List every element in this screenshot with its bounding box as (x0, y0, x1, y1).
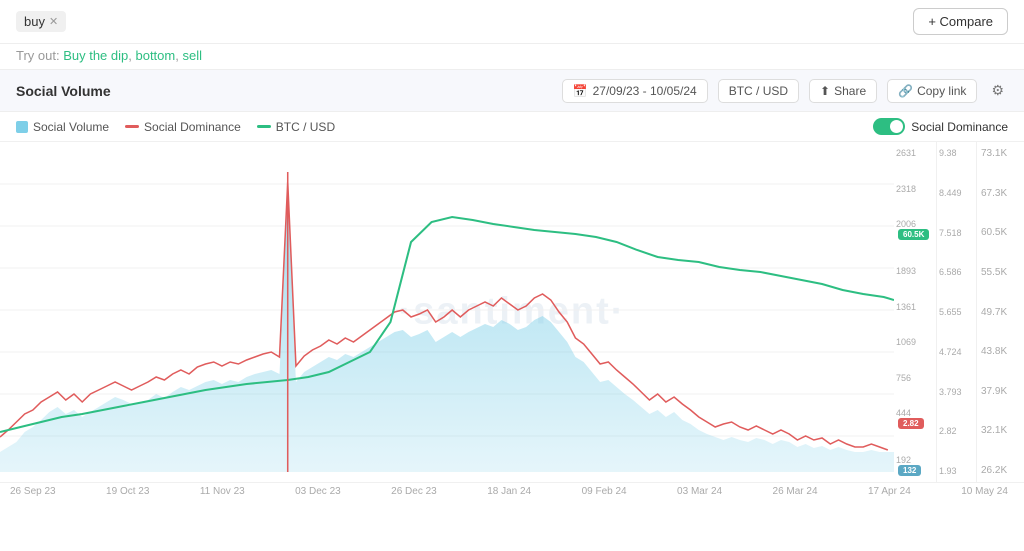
social-volume-label: Social Volume (33, 120, 109, 134)
x-axis: 26 Sep 23 19 Oct 23 11 Nov 23 03 Dec 23 … (0, 482, 1024, 500)
x-label-11: 10 May 24 (961, 486, 1008, 497)
y-mid-1: 9.38 (939, 148, 974, 158)
try-sell-link[interactable]: sell (182, 48, 202, 63)
header-controls: 📅 27/09/23 - 10/05/24 BTC / USD ⬆ Share … (562, 78, 1008, 103)
y-mid-3: 7.518 (939, 228, 974, 238)
toggle-label: Social Dominance (911, 120, 1008, 134)
toggle-knob (890, 120, 903, 133)
x-label-6: 18 Jan 24 (487, 486, 531, 497)
tag-row: buy ✕ (16, 11, 66, 32)
social-volume-color (16, 121, 28, 133)
legend-btc-usd: BTC / USD (257, 120, 335, 134)
y-mid-6: 4.724 (939, 347, 974, 357)
y-mid-5: 5.655 (939, 307, 974, 317)
y-val-9: 192 132 (896, 455, 934, 476)
social-dominance-label: Social Dominance (144, 120, 241, 134)
legend-social-dominance: Social Dominance (125, 120, 241, 134)
top-bar: buy ✕ + Compare (0, 0, 1024, 44)
pair-button[interactable]: BTC / USD (718, 79, 799, 103)
y-right-9: 26.2K (981, 465, 1020, 476)
copy-label: Copy link (917, 84, 966, 98)
try-out-prefix: Try out: (16, 48, 63, 63)
y-val-4: 1893 (896, 266, 934, 276)
y-val-5: 1361 (896, 302, 934, 312)
y-axis-mid-values: 9.38 8.449 7.518 6.586 5.655 4.724 3.793… (936, 142, 976, 482)
chart-title: Social Volume (16, 83, 111, 99)
y-axis-left-values: 2631 2318 2006 60.5K 1893 1361 1069 756 … (894, 142, 936, 482)
x-label-4: 03 Dec 23 (295, 486, 341, 497)
date-range-picker[interactable]: 📅 27/09/23 - 10/05/24 (562, 79, 708, 103)
y-val-7: 756 (896, 373, 934, 383)
y-val-3: 2006 60.5K (896, 219, 934, 240)
x-label-9: 26 Mar 24 (773, 486, 818, 497)
settings-button[interactable]: ⚙ (987, 78, 1008, 103)
share-icon: ⬆ (820, 84, 830, 98)
y-mid-7: 3.793 (939, 387, 974, 397)
y-right-5: 49.7K (981, 307, 1020, 318)
y-right-4: 55.5K (981, 267, 1020, 278)
x-label-8: 03 Mar 24 (677, 486, 722, 497)
try-buy-dip-link[interactable]: Buy the dip (63, 48, 128, 63)
chart-area: ·santiment· 2631 2318 2006 60.5K (0, 142, 1024, 482)
y-mid-2: 8.449 (939, 188, 974, 198)
share-label: Share (834, 84, 866, 98)
y-right-8: 32.1K (981, 425, 1020, 436)
x-label-5: 26 Dec 23 (391, 486, 437, 497)
y-mid-9: 1.93 (939, 466, 974, 476)
legend-social-volume: Social Volume (16, 120, 109, 134)
y-val-8: 444 2.82 (896, 408, 934, 429)
compare-button[interactable]: + Compare (913, 8, 1008, 35)
legend-items: Social Volume Social Dominance BTC / USD (16, 120, 335, 134)
y-val-2: 2318 (896, 184, 934, 194)
y-right-1: 73.1K (981, 148, 1020, 159)
share-button[interactable]: ⬆ Share (809, 79, 877, 103)
legend-row: Social Volume Social Dominance BTC / USD… (0, 112, 1024, 142)
y-right-6: 43.8K (981, 346, 1020, 357)
y-val-1: 2631 (896, 148, 934, 158)
social-dominance-color (125, 125, 139, 128)
y-mid-4: 6.586 (939, 267, 974, 277)
x-label-7: 09 Feb 24 (582, 486, 627, 497)
social-dom-badge: 2.82 (898, 418, 924, 429)
x-label-1: 26 Sep 23 (10, 486, 56, 497)
social-dominance-toggle-group[interactable]: Social Dominance (873, 118, 1008, 135)
x-label-3: 11 Nov 23 (200, 486, 245, 497)
tag-close-icon[interactable]: ✕ (49, 15, 58, 28)
chart-svg (0, 142, 894, 482)
btc-badge: 60.5K (898, 229, 929, 240)
buy-tag[interactable]: buy ✕ (16, 11, 66, 32)
chart-header: Social Volume 📅 27/09/23 - 10/05/24 BTC … (0, 69, 1024, 112)
try-out-bar: Try out: Buy the dip, bottom, sell (0, 44, 1024, 69)
y-mid-8: 2.82 (939, 426, 974, 436)
x-label-2: 19 Oct 23 (106, 486, 149, 497)
link-icon: 🔗 (898, 84, 913, 98)
try-bottom-link[interactable]: bottom (135, 48, 175, 63)
social-vol-badge: 132 (898, 465, 921, 476)
btc-usd-color (257, 125, 271, 128)
copy-link-button[interactable]: 🔗 Copy link (887, 79, 977, 103)
y-right-7: 37.9K (981, 386, 1020, 397)
y-right-3: 60.5K (981, 227, 1020, 238)
y-axis-right-values: 73.1K 67.3K 60.5K 55.5K 49.7K 43.8K 37.9… (976, 142, 1024, 482)
y-right-2: 67.3K (981, 188, 1020, 199)
social-dominance-toggle[interactable] (873, 118, 905, 135)
tag-label: buy (24, 14, 45, 29)
calendar-icon: 📅 (573, 84, 588, 98)
x-label-10: 17 Apr 24 (868, 486, 911, 497)
date-range-text: 27/09/23 - 10/05/24 (593, 84, 697, 98)
btc-usd-label: BTC / USD (276, 120, 335, 134)
y-val-6: 1069 (896, 337, 934, 347)
